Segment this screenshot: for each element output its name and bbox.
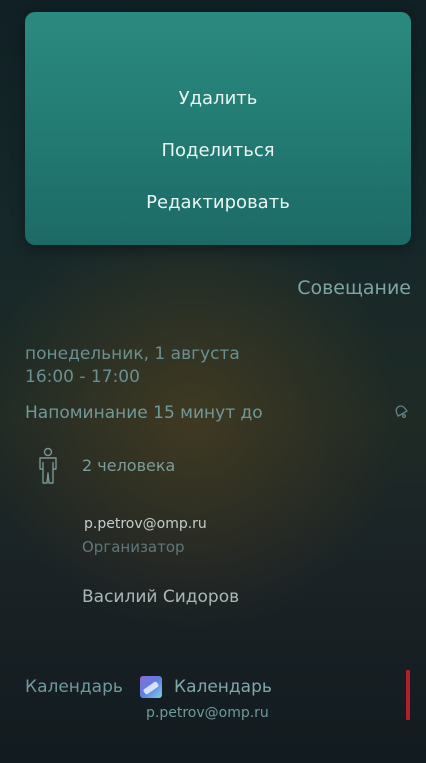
reminder-text: Напоминание 15 минут до [25,403,263,423]
edit-menu-item[interactable]: Редактировать [25,192,411,213]
event-date: понедельник, 1 августа [25,344,240,364]
share-menu-item[interactable]: Поделиться [25,140,411,161]
organizer-email: p.petrov@omp.ru [84,516,207,532]
event-title: Совещание [297,277,411,299]
calendar-label: Календарь [25,677,123,697]
calendar-name: Календарь [174,677,272,697]
calendar-color-indicator [406,670,410,720]
organizer-role: Организатор [82,538,185,556]
attendee-name: Василий Сидоров [82,587,240,607]
person-icon [39,447,57,484]
participants-count[interactable]: 2 человека [82,456,175,475]
calendar-account: p.petrov@omp.ru [146,705,269,721]
calendar-app-icon [140,676,162,698]
context-menu: Удалить Поделиться Редактировать [25,12,411,245]
event-time: 16:00 - 17:00 [25,367,140,387]
bell-icon [395,405,408,419]
delete-menu-item[interactable]: Удалить [25,88,411,109]
